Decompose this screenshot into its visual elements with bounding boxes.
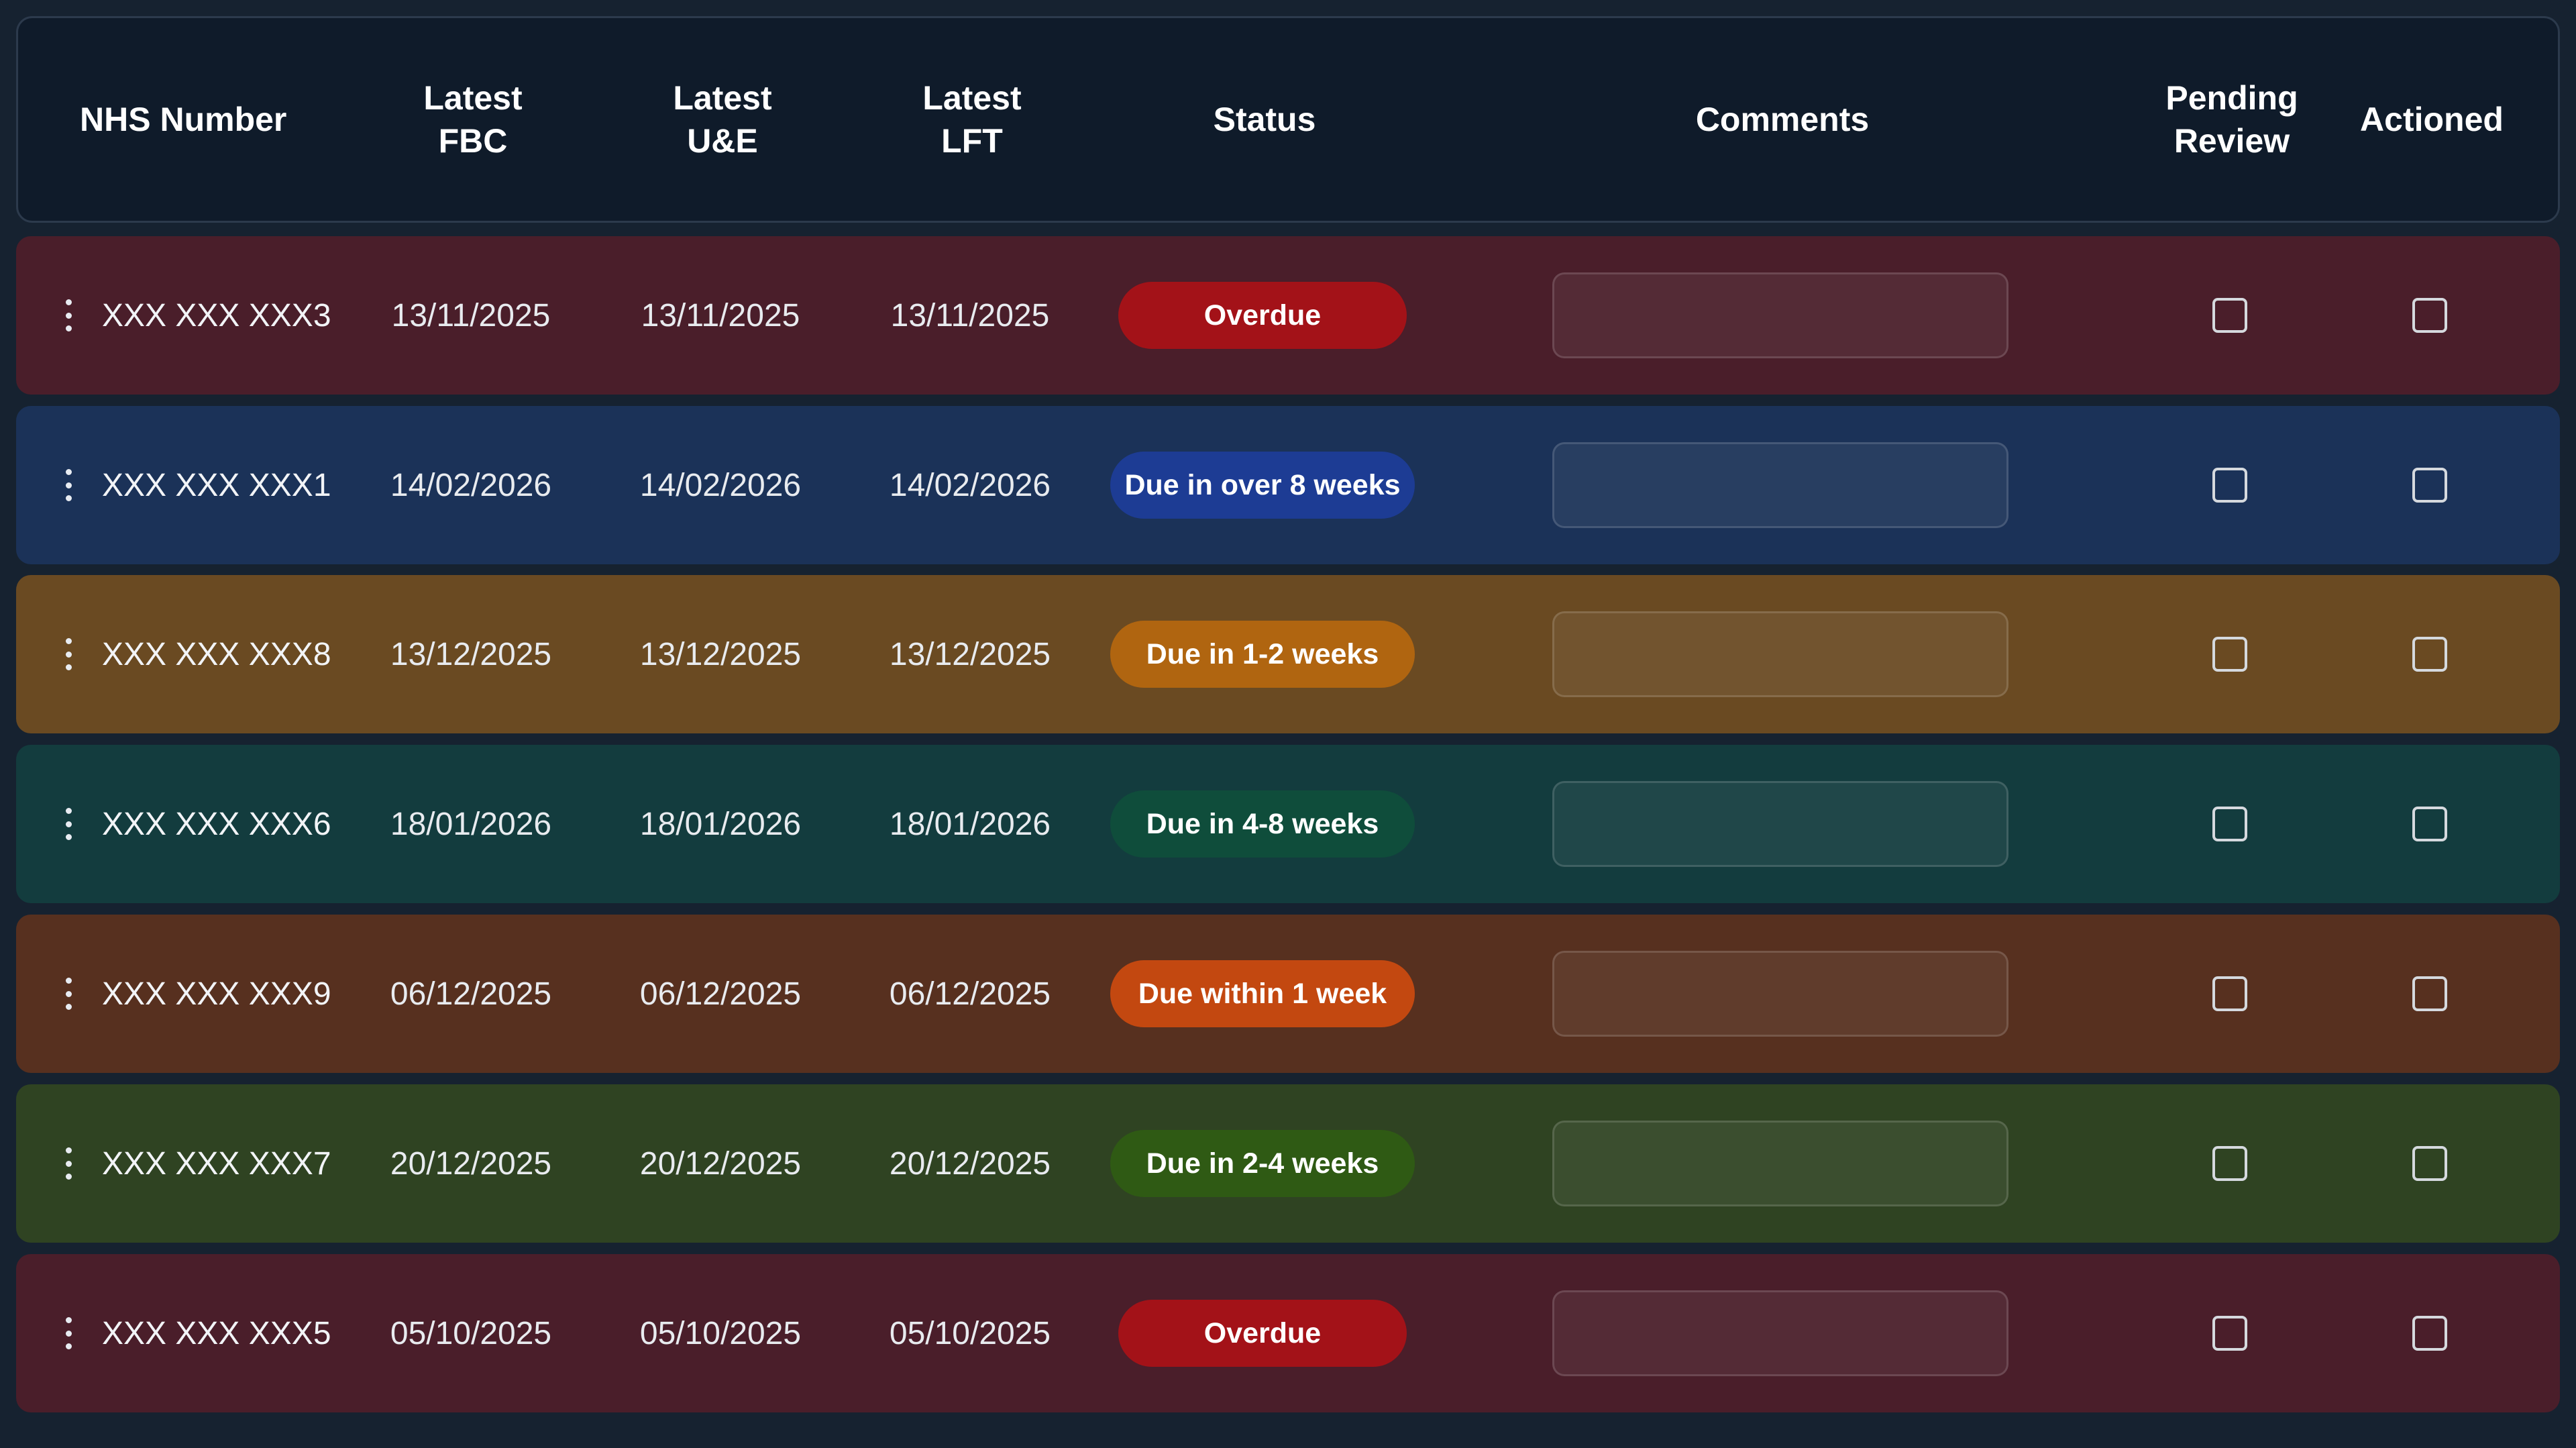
latest-fbc: 14/02/2026 [390,467,552,503]
status-badge: Due in 2-4 weeks [1110,1130,1415,1197]
comments-input[interactable] [1552,611,2008,697]
pending-review-checkbox[interactable] [2212,1316,2247,1351]
comments-input[interactable] [1552,951,2008,1037]
comments-input[interactable] [1552,1121,2008,1206]
status-badge: Due within 1 week [1110,960,1415,1027]
nhs-number: XXX XXX XXX1 [102,467,331,503]
latest-fbc: 20/12/2025 [390,1145,552,1182]
pending-review-checkbox[interactable] [2212,468,2247,503]
latest-ue: 06/12/2025 [639,976,802,1012]
actioned-checkbox[interactable] [2412,807,2447,841]
latest-ue: 13/12/2025 [639,636,802,672]
nhs-number: XXX XXX XXX5 [102,1315,331,1351]
table-row: XXX XXX XXX7 20/12/2025 20/12/2025 20/12… [16,1084,2560,1243]
actioned-checkbox[interactable] [2412,298,2447,333]
latest-lft: 13/12/2025 [889,636,1051,672]
pending-review-checkbox[interactable] [2212,637,2247,672]
pending-review-checkbox[interactable] [2212,1146,2247,1181]
actioned-checkbox[interactable] [2412,637,2447,672]
row-menu-icon[interactable] [55,804,82,844]
pending-review-checkbox[interactable] [2212,298,2247,333]
latest-ue: 05/10/2025 [639,1315,802,1351]
header-pending-review[interactable]: Pending Review [2133,76,2331,162]
latest-lft: 13/11/2025 [890,297,1050,333]
comments-input[interactable] [1552,442,2008,528]
actioned-checkbox[interactable] [2412,1316,2447,1351]
status-badge: Due in 4-8 weeks [1110,790,1415,858]
nhs-number: XXX XXX XXX6 [102,806,331,842]
table-row: XXX XXX XXX5 05/10/2025 05/10/2025 05/10… [16,1254,2560,1412]
row-menu-icon[interactable] [55,1313,82,1353]
row-menu-icon[interactable] [55,974,82,1014]
latest-lft: 06/12/2025 [889,976,1051,1012]
nhs-number: XXX XXX XXX8 [102,636,331,672]
pending-review-checkbox[interactable] [2212,976,2247,1011]
status-badge: Due in over 8 weeks [1110,452,1415,519]
nhs-number: XXX XXX XXX9 [102,976,331,1012]
header-latest-ue[interactable]: Latest U&E [598,76,847,162]
latest-lft: 05/10/2025 [889,1315,1051,1351]
row-menu-icon[interactable] [55,295,82,335]
header-latest-fbc[interactable]: Latest FBC [348,76,598,162]
comments-input[interactable] [1552,272,2008,358]
table-header: NHS Number Latest FBC Latest U&E Latest … [16,16,2560,223]
latest-fbc: 13/12/2025 [390,636,552,672]
table-row: XXX XXX XXX3 13/11/2025 13/11/2025 13/11… [16,236,2560,395]
latest-ue: 18/01/2026 [639,806,802,842]
actioned-checkbox[interactable] [2412,1146,2447,1181]
row-menu-icon[interactable] [55,1143,82,1184]
latest-ue: 20/12/2025 [639,1145,802,1182]
latest-ue: 14/02/2026 [639,467,802,503]
comments-input[interactable] [1552,1290,2008,1376]
table-row: XXX XXX XXX8 13/12/2025 13/12/2025 13/12… [16,575,2560,733]
status-badge: Overdue [1118,1300,1407,1367]
table-row: XXX XXX XXX9 06/12/2025 06/12/2025 06/12… [16,915,2560,1073]
actioned-checkbox[interactable] [2412,468,2447,503]
row-menu-icon[interactable] [55,465,82,505]
latest-fbc: 18/01/2026 [390,806,552,842]
status-badge: Due in 1-2 weeks [1110,621,1415,688]
table-row: XXX XXX XXX6 18/01/2026 18/01/2026 18/01… [16,745,2560,903]
header-comments: Comments [1695,101,1870,138]
latest-fbc: 05/10/2025 [390,1315,552,1351]
actioned-checkbox[interactable] [2412,976,2447,1011]
header-status[interactable]: Status [1097,98,1432,141]
status-badge: Overdue [1118,282,1407,349]
header-actioned[interactable]: Actioned [2331,98,2532,141]
latest-lft: 20/12/2025 [889,1145,1051,1182]
row-menu-icon[interactable] [55,634,82,674]
pending-review-checkbox[interactable] [2212,807,2247,841]
latest-fbc: 13/11/2025 [391,297,551,333]
latest-ue: 13/11/2025 [641,297,800,333]
comments-input[interactable] [1552,781,2008,867]
header-nhs-number[interactable]: NHS Number [32,98,348,141]
nhs-number: XXX XXX XXX7 [102,1145,331,1182]
header-latest-lft[interactable]: Latest LFT [847,76,1097,162]
nhs-number: XXX XXX XXX3 [102,297,331,333]
latest-lft: 14/02/2026 [889,467,1051,503]
latest-lft: 18/01/2026 [889,806,1051,842]
table-row: XXX XXX XXX1 14/02/2026 14/02/2026 14/02… [16,406,2560,564]
latest-fbc: 06/12/2025 [390,976,552,1012]
